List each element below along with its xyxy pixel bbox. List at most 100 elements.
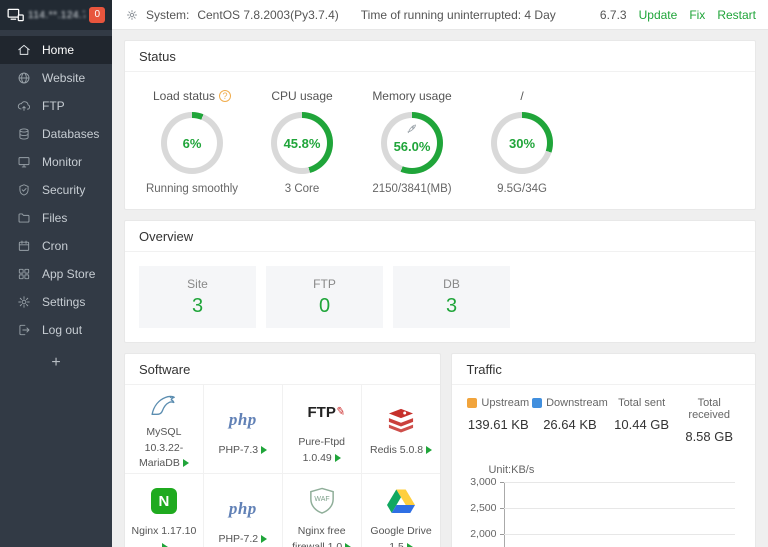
sidebar-nav: Home Website FTP Databases Monitor Secur…	[0, 30, 112, 372]
running-status-icon	[183, 459, 189, 467]
fix-link[interactable]: Fix	[689, 8, 705, 22]
sidebar-item-cron[interactable]: Cron	[0, 232, 112, 260]
traffic-legend: Upstream 139.61 KB Downstream 26.64 KB T…	[464, 397, 743, 444]
software-tile-nginx[interactable]: N Nginx 1.17.10	[125, 474, 204, 547]
home-icon	[17, 43, 31, 57]
running-status-icon	[407, 543, 413, 547]
legend-downstream[interactable]: Downstream	[532, 397, 608, 409]
system-os-value: CentOS 7.8.2003(Py3.7.4)	[197, 8, 338, 22]
running-status-icon	[261, 535, 267, 543]
software-name: Google Drive 1.5	[370, 525, 431, 547]
sidebar-item-label: Cron	[42, 239, 68, 253]
sidebar-add-button[interactable]: +	[0, 354, 112, 372]
load-status-gauge: Load status ? 6% Running smoothly	[137, 88, 247, 195]
software-name: MySQL 10.3.22-MariaDB	[139, 426, 183, 468]
php-icon: php	[229, 402, 257, 438]
app-root: 114.**.124.73 0 Home Website FTP Databas…	[0, 0, 768, 547]
software-name: PHP-7.2	[218, 533, 258, 545]
overview-panel-title: Overview	[125, 221, 755, 252]
globe-icon	[17, 71, 31, 85]
db-count-card[interactable]: DB 3	[393, 266, 510, 328]
site-count-card[interactable]: Site 3	[139, 266, 256, 328]
sidebar-item-label: Files	[42, 211, 67, 225]
total-received-value: 8.58 GB	[675, 429, 743, 444]
traffic-panel-title: Traffic	[452, 354, 755, 385]
software-name: Nginx free firewall 1.0	[292, 525, 346, 547]
legend-upstream[interactable]: Upstream	[464, 397, 532, 409]
server-address-label: 114.**.124.73	[28, 10, 85, 21]
running-status-icon	[335, 454, 341, 462]
sidebar-item-log-out[interactable]: Log out	[0, 316, 112, 344]
running-status-icon	[345, 543, 351, 547]
traffic-panel: Traffic Upstream 139.61 KB Downstream 26…	[451, 353, 756, 547]
redis-icon	[386, 402, 416, 438]
running-status-icon	[261, 446, 267, 454]
gauge-title: /	[520, 89, 523, 103]
google-drive-icon	[387, 483, 415, 519]
sidebar-item-security[interactable]: Security	[0, 176, 112, 204]
disk-donut-chart: 30%	[491, 112, 553, 174]
folder-icon	[17, 211, 31, 225]
sidebar-item-databases[interactable]: Databases	[0, 120, 112, 148]
panel-logo-icon	[7, 8, 24, 22]
update-link[interactable]: Update	[639, 8, 678, 22]
sidebar-item-home[interactable]: Home	[0, 36, 112, 64]
sidebar-item-settings[interactable]: Settings	[0, 288, 112, 316]
card-value: 0	[319, 295, 330, 318]
software-tile-php72[interactable]: php PHP-7.2	[204, 474, 283, 547]
sidebar-item-ftp[interactable]: FTP	[0, 92, 112, 120]
main-area: System: CentOS 7.8.2003(Py3.7.4) Time of…	[112, 0, 768, 547]
monitor-icon	[17, 155, 31, 169]
php-icon: php	[229, 491, 257, 527]
software-tile-mysql[interactable]: MySQL 10.3.22-MariaDB	[125, 385, 204, 474]
sidebar-item-website[interactable]: Website	[0, 64, 112, 92]
calendar-icon	[17, 239, 31, 253]
sidebar-item-label: Databases	[42, 127, 99, 141]
total-sent-label: Total sent	[608, 397, 676, 409]
system-gear-icon	[126, 9, 138, 21]
database-icon	[17, 127, 31, 141]
card-label: DB	[443, 277, 460, 291]
gauge-percent: 6%	[183, 136, 202, 151]
software-tile-redis[interactable]: Redis 5.0.8	[362, 385, 441, 474]
memory-donut-chart: 56.0%	[381, 112, 443, 174]
software-name: Redis 5.0.8	[370, 444, 423, 456]
logout-icon	[17, 323, 31, 337]
downstream-color-chip	[532, 398, 542, 408]
software-tile-php73[interactable]: php PHP-7.3	[204, 385, 283, 474]
sidebar: 114.**.124.73 0 Home Website FTP Databas…	[0, 0, 112, 547]
svg-text:WAF: WAF	[314, 496, 329, 503]
software-tile-pureftpd[interactable]: FTP✎ Pure-Ftpd 1.0.49	[283, 385, 362, 474]
uptime-label: Time of running uninterrupted: 4 Day	[361, 8, 556, 22]
panel-version: 6.7.3	[600, 8, 627, 22]
message-count-badge[interactable]: 0	[89, 7, 105, 23]
y-tick-label: 3,000	[466, 476, 496, 488]
running-status-icon	[162, 543, 168, 547]
ftp-count-card[interactable]: FTP 0	[266, 266, 383, 328]
restart-link[interactable]: Restart	[717, 8, 756, 22]
content: Status Load status ? 6% Running smoothly	[112, 30, 768, 547]
gauge-title: Load status	[153, 89, 215, 103]
upstream-color-chip	[467, 398, 477, 408]
sidebar-item-monitor[interactable]: Monitor	[0, 148, 112, 176]
gauge-percent: 56.0%	[394, 139, 431, 154]
rocket-icon[interactable]	[406, 123, 418, 135]
software-tile-gdrive[interactable]: Google Drive 1.5	[362, 474, 441, 547]
sidebar-item-label: Settings	[42, 295, 85, 309]
sidebar-item-files[interactable]: Files	[0, 204, 112, 232]
system-label: System:	[146, 8, 189, 22]
help-icon[interactable]: ?	[219, 90, 231, 102]
mysql-icon	[147, 389, 181, 420]
status-panel: Status Load status ? 6% Running smoothly	[124, 40, 756, 210]
nginx-icon: N	[151, 483, 177, 519]
gear-icon	[17, 295, 31, 309]
sidebar-item-label: FTP	[42, 99, 65, 113]
logo-bar[interactable]: 114.**.124.73 0	[0, 0, 112, 30]
shield-icon	[17, 183, 31, 197]
gauge-title: Memory usage	[372, 89, 451, 103]
status-body: Load status ? 6% Running smoothly CPU us…	[125, 72, 755, 209]
software-tile-firewall[interactable]: WAF Nginx free firewall 1.0	[283, 474, 362, 547]
running-status-icon	[426, 446, 432, 454]
grid-icon	[17, 267, 31, 281]
sidebar-item-app-store[interactable]: App Store	[0, 260, 112, 288]
